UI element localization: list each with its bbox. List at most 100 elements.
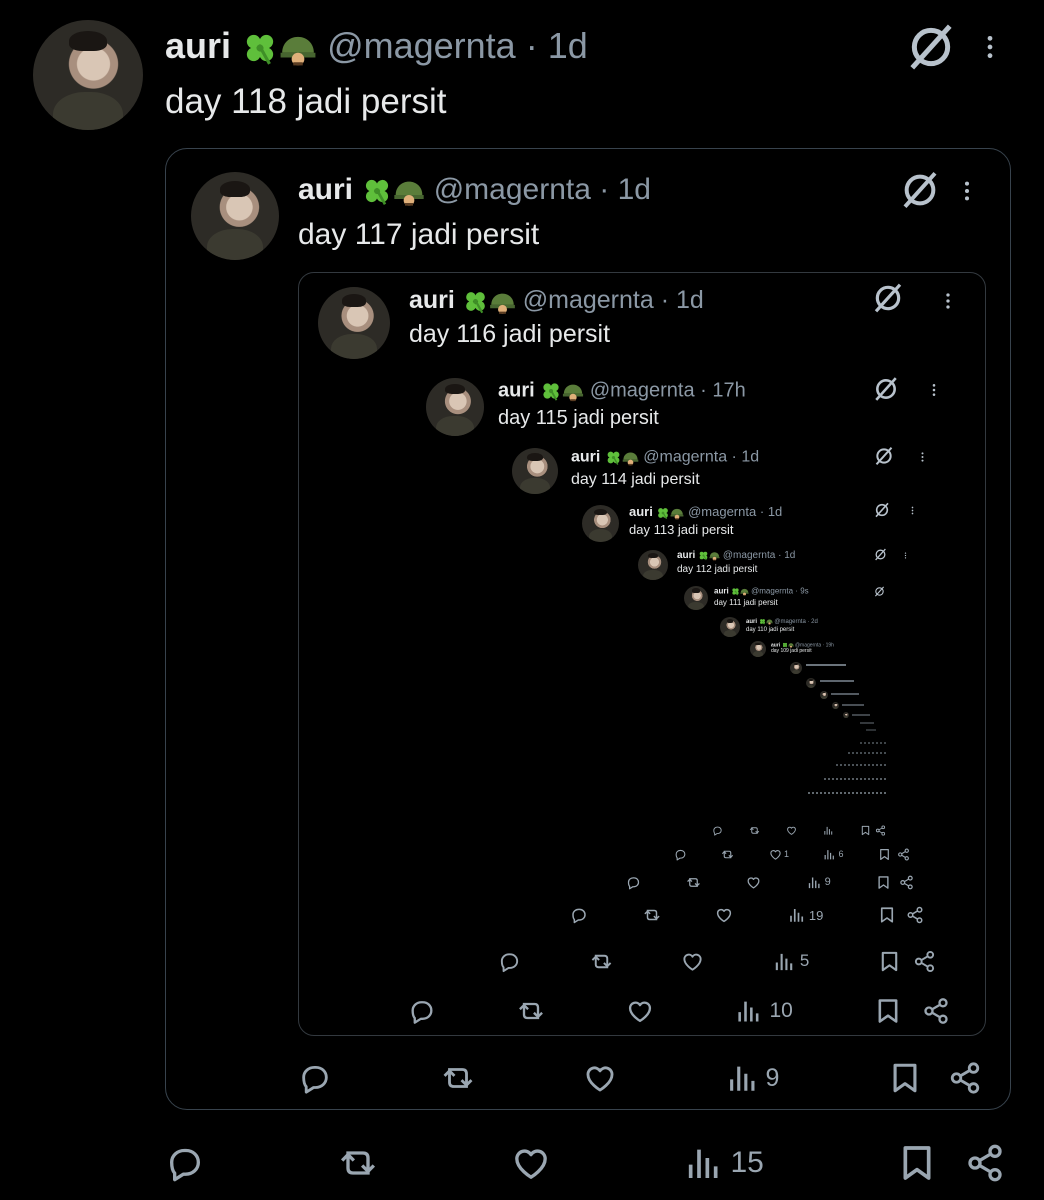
avatar[interactable] — [750, 641, 766, 657]
timestamp[interactable]: 1d — [548, 25, 588, 66]
display-name[interactable]: auri — [571, 449, 600, 466]
display-name[interactable]: auri — [677, 550, 695, 561]
handle[interactable]: @magernta — [327, 25, 516, 66]
timestamp[interactable]: 1d — [768, 504, 782, 519]
display-name[interactable]: auri — [409, 286, 455, 314]
retweet-icon[interactable] — [338, 1143, 378, 1183]
heart-icon[interactable] — [583, 1061, 617, 1095]
bookmark-icon[interactable] — [888, 1061, 922, 1095]
slashed-circle-icon[interactable] — [900, 170, 940, 214]
reply-icon[interactable] — [165, 1143, 205, 1183]
bookmark-icon[interactable] — [860, 825, 871, 836]
timestamp[interactable]: 19h — [826, 642, 834, 648]
reply-icon[interactable] — [712, 825, 723, 836]
timestamp[interactable]: 17h — [712, 379, 745, 401]
share-icon[interactable] — [948, 1061, 982, 1095]
heart-icon[interactable] — [626, 997, 654, 1025]
views-icon[interactable] — [807, 875, 822, 890]
share-icon[interactable] — [897, 848, 910, 861]
views-action[interactable]: 19 — [788, 906, 823, 924]
slashed-circle-icon[interactable] — [906, 22, 956, 76]
display-name[interactable]: auri — [746, 619, 757, 625]
display-name[interactable]: auri — [298, 173, 353, 206]
heart-icon[interactable] — [746, 875, 761, 890]
bookmark-icon[interactable] — [897, 1143, 937, 1183]
avatar[interactable] — [512, 448, 558, 494]
handle[interactable]: @magernta — [751, 587, 793, 596]
share-icon[interactable] — [965, 1143, 1005, 1183]
bookmark-icon[interactable] — [878, 848, 891, 861]
avatar[interactable] — [33, 20, 143, 130]
avatar[interactable] — [318, 287, 390, 359]
timestamp[interactable]: 2d — [811, 619, 818, 625]
share-icon[interactable] — [899, 875, 914, 890]
avatar[interactable] — [191, 172, 279, 260]
avatar[interactable] — [426, 378, 484, 436]
handle[interactable]: @magernta — [643, 449, 727, 466]
slashed-circle-icon[interactable] — [872, 282, 904, 318]
more-vertical-icon[interactable] — [902, 549, 909, 565]
like-action[interactable]: 1 — [769, 848, 789, 861]
share-icon[interactable] — [922, 997, 950, 1025]
slashed-circle-icon[interactable] — [873, 376, 899, 406]
views-icon[interactable] — [788, 906, 806, 924]
slashed-circle-icon[interactable] — [874, 502, 890, 522]
display-name[interactable]: auri — [498, 379, 535, 401]
views-action[interactable]: 10 — [735, 997, 793, 1025]
reply-icon[interactable] — [298, 1061, 332, 1095]
reply-icon[interactable] — [674, 848, 687, 861]
display-name[interactable]: auri — [629, 504, 653, 519]
timestamp[interactable]: 1d — [784, 550, 795, 561]
views-icon[interactable] — [823, 848, 836, 861]
bookmark-icon[interactable] — [876, 875, 891, 890]
handle[interactable]: @magernta — [523, 286, 654, 314]
handle[interactable]: @magernta — [590, 379, 695, 401]
views-action[interactable]: 5 — [773, 950, 809, 973]
heart-icon[interactable] — [786, 825, 797, 836]
timestamp[interactable]: 9s — [800, 587, 808, 596]
retweet-icon[interactable] — [643, 906, 661, 924]
views-icon[interactable] — [735, 997, 763, 1025]
retweet-icon[interactable] — [517, 997, 545, 1025]
avatar[interactable] — [638, 550, 668, 580]
more-vertical-icon[interactable] — [917, 449, 928, 469]
reply-icon[interactable] — [626, 875, 641, 890]
avatar[interactable] — [582, 505, 619, 542]
views-icon[interactable] — [823, 825, 834, 836]
views-action[interactable]: 9 — [726, 1061, 779, 1095]
handle[interactable]: @magernta — [688, 504, 756, 519]
more-vertical-icon[interactable] — [939, 288, 957, 318]
retweet-icon[interactable] — [441, 1061, 475, 1095]
views-action[interactable]: 9 — [807, 875, 831, 890]
timestamp[interactable]: 1d — [741, 449, 759, 466]
more-vertical-icon[interactable] — [977, 27, 1003, 71]
retweet-icon[interactable] — [590, 950, 613, 973]
handle[interactable]: @magernta — [434, 173, 591, 206]
more-vertical-icon[interactable] — [927, 380, 941, 404]
retweet-icon[interactable] — [721, 848, 734, 861]
share-icon[interactable] — [875, 825, 886, 836]
views-action[interactable]: 15 — [684, 1143, 764, 1183]
heart-icon[interactable] — [681, 950, 704, 973]
timestamp[interactable]: 1d — [676, 286, 704, 314]
avatar[interactable] — [720, 617, 740, 637]
views-action[interactable]: 6 — [823, 848, 843, 861]
reply-icon[interactable] — [498, 950, 521, 973]
retweet-icon[interactable] — [749, 825, 760, 836]
more-vertical-icon[interactable] — [956, 175, 978, 211]
reply-icon[interactable] — [570, 906, 588, 924]
heart-icon[interactable] — [769, 848, 782, 861]
slashed-circle-icon[interactable] — [874, 446, 894, 470]
timestamp[interactable]: 1d — [618, 173, 651, 206]
handle[interactable]: @magernta — [774, 619, 805, 625]
views-icon[interactable] — [726, 1061, 760, 1095]
handle[interactable]: @magernta — [723, 550, 775, 561]
heart-icon[interactable] — [715, 906, 733, 924]
slashed-circle-icon[interactable] — [874, 585, 885, 601]
share-icon[interactable] — [913, 950, 936, 973]
heart-icon[interactable] — [511, 1143, 551, 1183]
slashed-circle-icon[interactable] — [874, 548, 887, 565]
reply-icon[interactable] — [408, 997, 436, 1025]
share-icon[interactable] — [906, 906, 924, 924]
views-icon[interactable] — [684, 1143, 724, 1183]
